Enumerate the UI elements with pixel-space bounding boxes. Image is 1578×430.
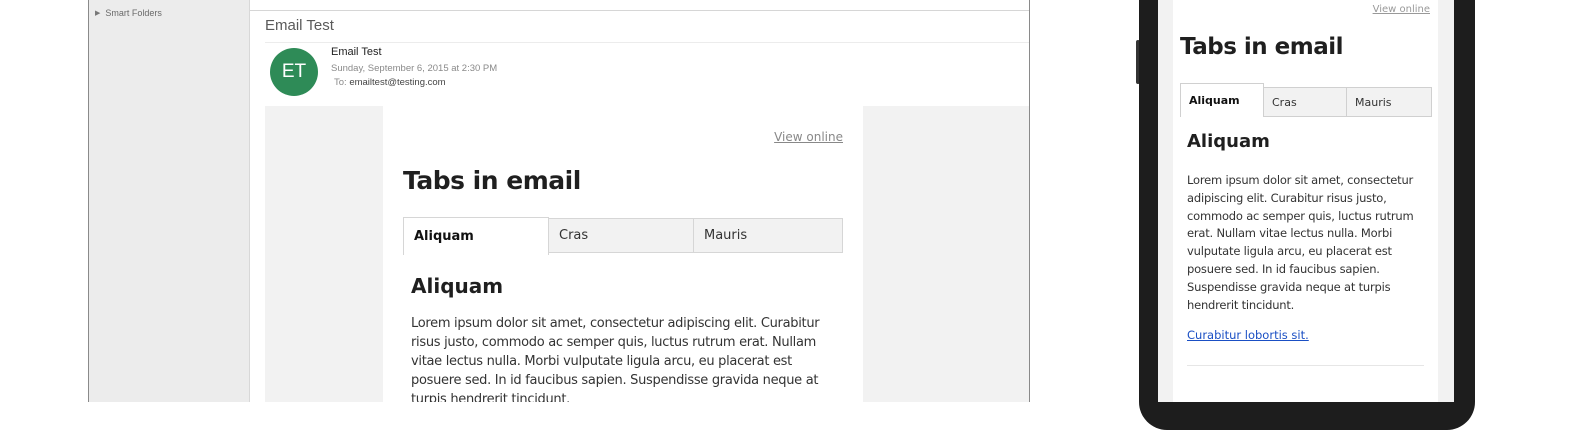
recipient-address[interactable]: emailtest@testing.com	[349, 77, 445, 88]
phone-view-online-link[interactable]: View online	[1373, 4, 1430, 15]
header-divider	[265, 42, 1029, 43]
email-content: View online Tabs in email Aliquam Cras M…	[383, 106, 863, 402]
disclosure-triangle-icon[interactable]: ▶	[95, 9, 100, 17]
phone-panel-link[interactable]: Curabitur lobortis sit.	[1187, 328, 1309, 342]
tab-panel-heading: Aliquam	[411, 274, 504, 298]
phone-divider	[1187, 365, 1424, 366]
tab-panel-body: Lorem ipsum dolor sit amet, consectetur …	[411, 316, 820, 402]
tab-aliquam[interactable]: Aliquam	[403, 217, 549, 255]
sidebar-item-smart-folders[interactable]: ▶ Smart Folders	[95, 8, 162, 18]
toolbar-divider	[250, 10, 1029, 11]
sender-avatar: ET	[270, 48, 318, 96]
phone-tab-panel-heading: Aliquam	[1187, 131, 1270, 152]
sender-name[interactable]: Email Test	[331, 46, 382, 58]
to-label: To:	[334, 77, 347, 88]
message-viewer: Email Test ET Email Test Sunday, Septemb…	[250, 0, 1029, 402]
message-subject: Email Test	[265, 17, 334, 34]
tab-mauris[interactable]: Mauris	[693, 218, 843, 253]
phone-tab-cras[interactable]: Cras	[1263, 87, 1347, 117]
view-online-link[interactable]: View online	[774, 130, 843, 144]
email-tabs: Aliquam Cras Mauris	[403, 217, 843, 255]
phone-tab-aliquam[interactable]: Aliquam	[1180, 83, 1264, 117]
phone-screen: View online Tabs in email Aliquam Cras M…	[1158, 0, 1454, 402]
mail-sidebar: ▶ Smart Folders	[89, 0, 250, 402]
tab-cras[interactable]: Cras	[548, 218, 694, 253]
message-recipient: To: emailtest@testing.com	[334, 77, 446, 88]
phone-email-title: Tabs in email	[1180, 34, 1344, 60]
phone-tab-panel-body: Lorem ipsum dolor sit amet, consectetur …	[1187, 173, 1414, 312]
sidebar-item-label: Smart Folders	[105, 8, 162, 18]
email-body-canvas: View online Tabs in email Aliquam Cras M…	[265, 106, 1029, 402]
phone-tab-mauris[interactable]: Mauris	[1346, 87, 1432, 117]
desktop-mail-window: ▶ Smart Folders Email Test ET Email Test…	[88, 0, 1030, 402]
email-title: Tabs in email	[403, 166, 581, 195]
phone-email-tabs: Aliquam Cras Mauris	[1180, 83, 1432, 117]
phone-email-content: View online Tabs in email Aliquam Cras M…	[1173, 0, 1438, 402]
message-date: Sunday, September 6, 2015 at 2:30 PM	[331, 63, 498, 74]
